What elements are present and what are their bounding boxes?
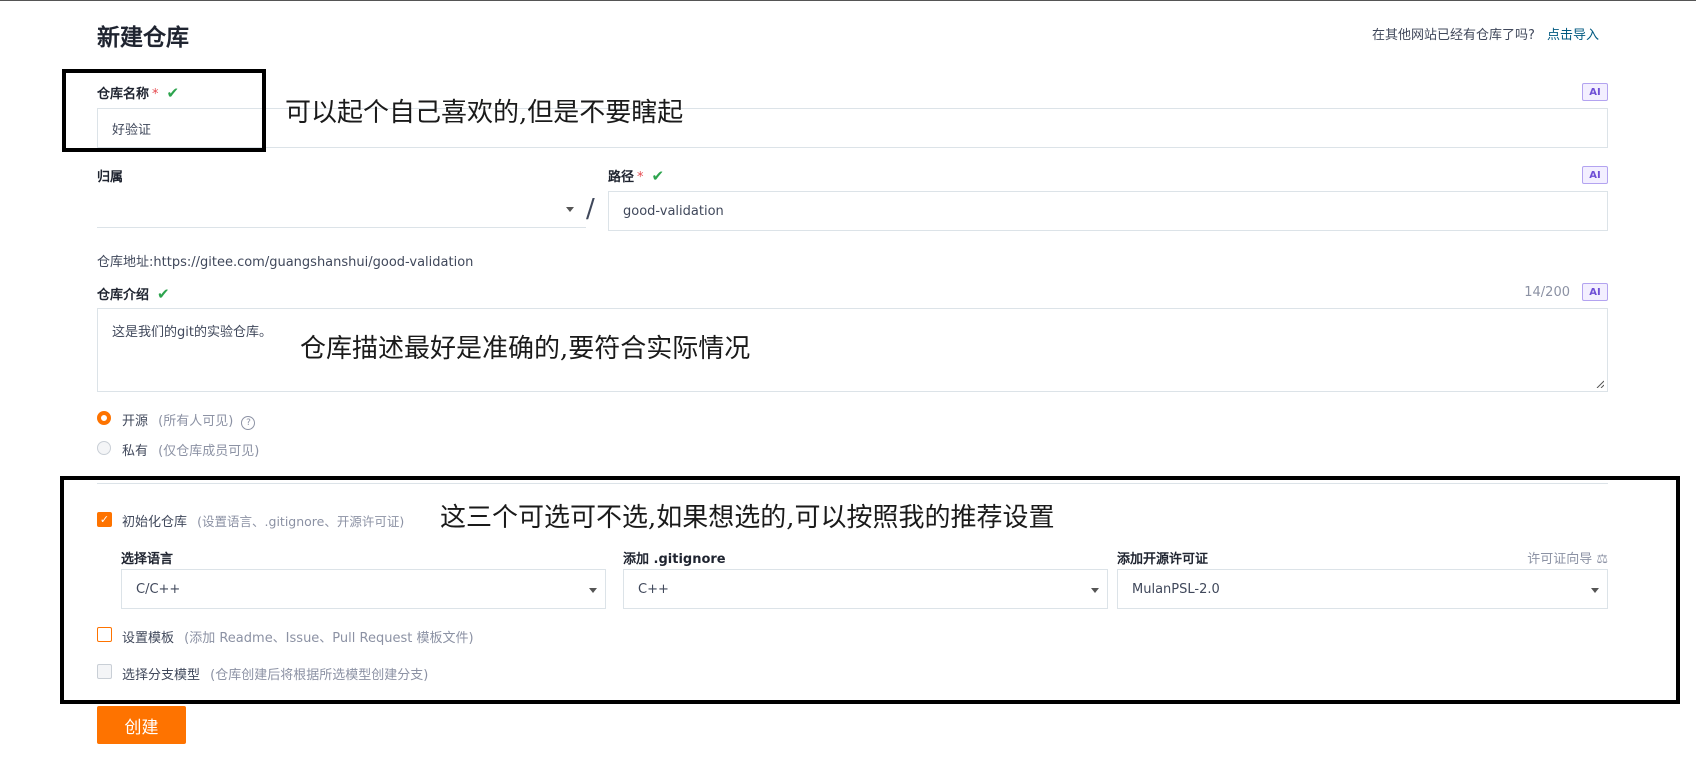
radio-private[interactable] (97, 441, 111, 455)
chevron-down-icon (566, 207, 574, 212)
repo-url: 仓库地址:https://gitee.com/guangshanshui/goo… (97, 251, 473, 270)
ai-assist-button[interactable]: AI (1582, 283, 1608, 301)
create-button[interactable]: 创建 (97, 706, 186, 744)
option-label: 开源 (122, 414, 149, 429)
path-label-text: 路径 (608, 170, 635, 185)
description-value: 这是我们的git的实验仓库。 (112, 325, 272, 340)
repo-url-label: 仓库地址: (97, 255, 154, 270)
radio-open-source[interactable] (97, 411, 111, 425)
help-icon[interactable]: ? (241, 416, 256, 430)
annotation-init-note: 这三个可选可不选,如果想选的,可以按照我的推荐设置 (440, 503, 1055, 533)
description-counter: 14/200 (1524, 285, 1570, 300)
path-label: 路径 * ✔ (608, 166, 664, 185)
check-icon: ✔ (157, 285, 170, 303)
import-link[interactable]: 点击导入 (1547, 28, 1599, 43)
import-prompt: 在其他网站已经有仓库了吗? 点击导入 (1372, 24, 1599, 43)
option-hint: (所有人可见) (158, 414, 234, 429)
path-separator: / (586, 194, 595, 224)
annotation-name-note: 可以起个自己喜欢的,但是不要瞎起 (285, 98, 684, 128)
page-title: 新建仓库 (97, 25, 189, 51)
top-border (0, 0, 1696, 1)
description-label-text: 仓库介绍 (97, 288, 150, 303)
import-prompt-text: 在其他网站已经有仓库了吗? (1371, 28, 1535, 43)
annotation-desc-note: 仓库描述最好是准确的,要符合实际情况 (300, 334, 751, 364)
resize-handle-icon[interactable] (1596, 380, 1604, 388)
ai-assist-button[interactable]: AI (1582, 83, 1608, 101)
path-value: good-validation (623, 203, 724, 219)
option-label: 私有 (122, 444, 149, 459)
visibility-option-open[interactable]: 开源 (所有人可见) ? (122, 410, 256, 430)
owner-select[interactable] (97, 190, 586, 228)
annotation-box-name (62, 69, 266, 152)
required-mark: * (637, 170, 644, 185)
owner-label: 归属 (97, 170, 124, 185)
visibility-option-private[interactable]: 私有 (仅仓库成员可见) (122, 440, 259, 459)
ai-assist-button[interactable]: AI (1582, 166, 1608, 184)
option-hint: (仅仓库成员可见) (158, 444, 260, 459)
repo-url-value: https://gitee.com/guangshanshui/good-val… (153, 255, 474, 270)
description-label: 仓库介绍 ✔ (97, 284, 170, 303)
path-input[interactable]: good-validation (608, 191, 1608, 231)
check-icon: ✔ (651, 167, 665, 185)
